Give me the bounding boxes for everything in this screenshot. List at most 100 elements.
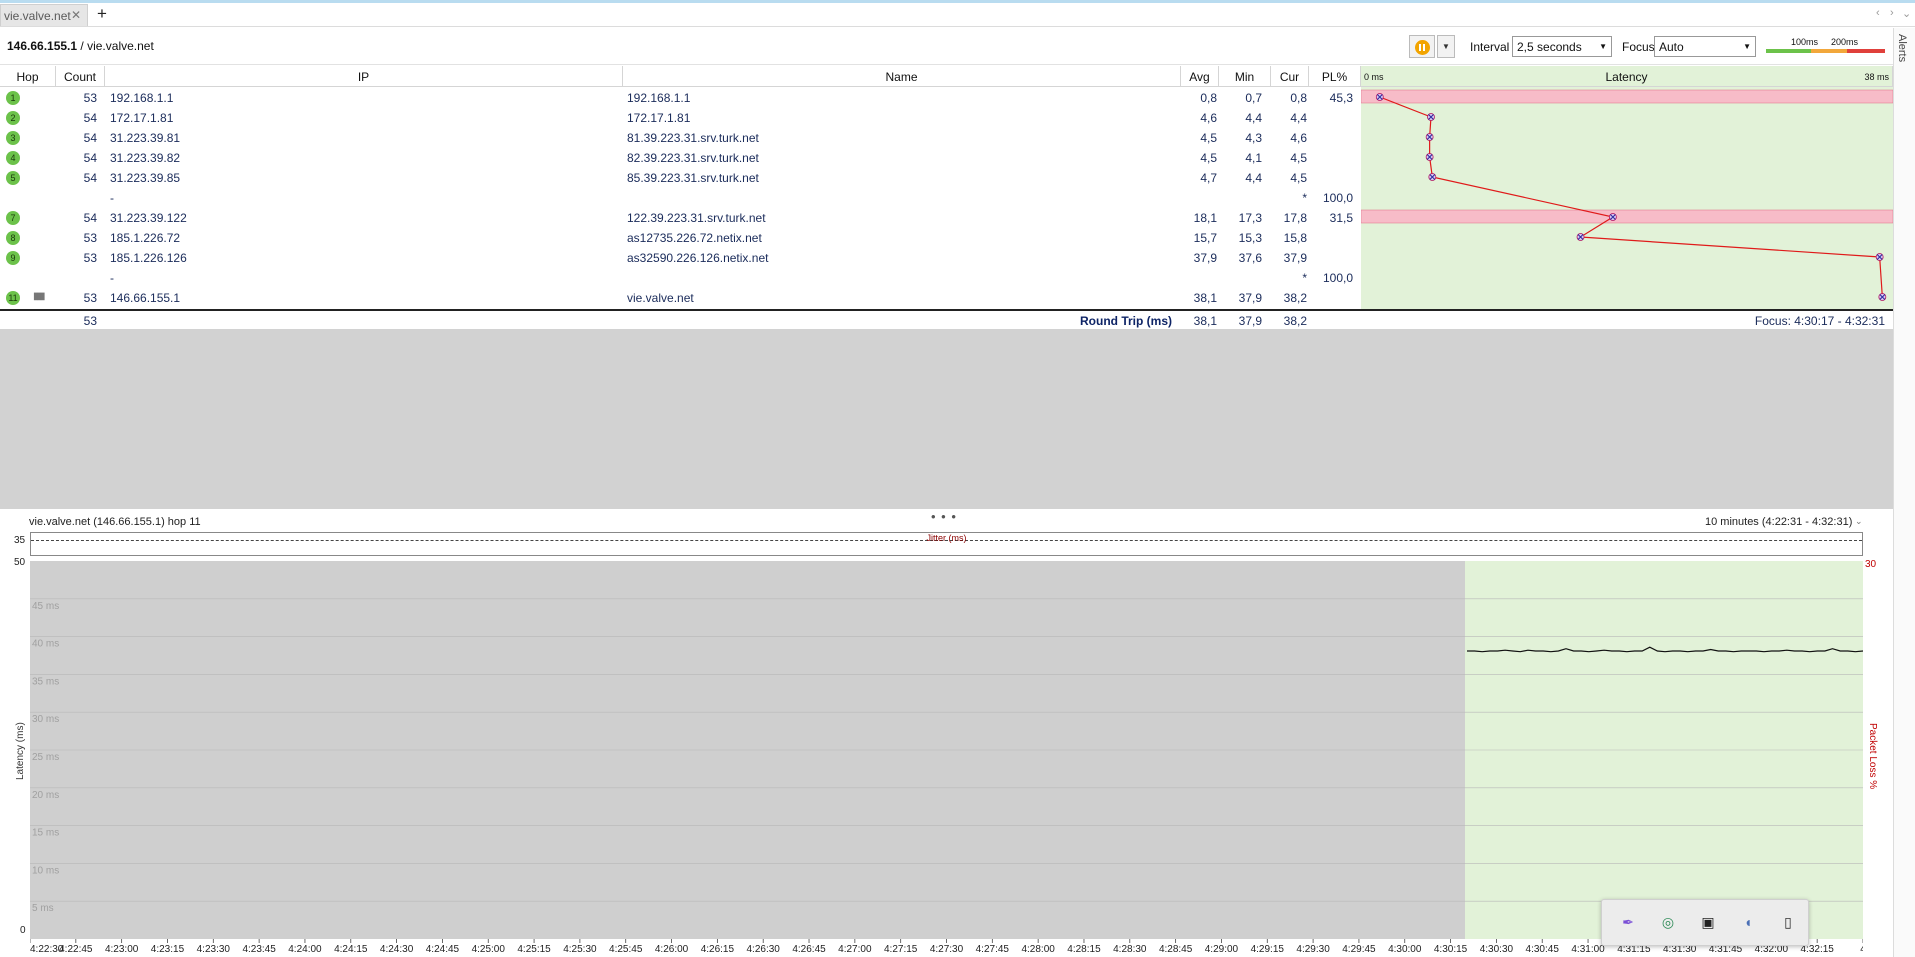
cell-cur: * xyxy=(1302,191,1307,205)
x-tick-label: 4:27:30 xyxy=(930,944,964,955)
x-tick-label: 4:27:15 xyxy=(884,944,918,955)
x-tick-label: 4:23:15 xyxy=(151,944,185,955)
hop-number: 9 xyxy=(6,251,20,265)
time-range-select[interactable]: 10 minutes (4:22:31 - 4:32:31) xyxy=(1705,516,1852,528)
col-name[interactable]: Name xyxy=(623,66,1181,87)
close-icon[interactable]: ✕ xyxy=(71,8,81,22)
speaker-icon[interactable]: ◖ xyxy=(1738,914,1758,932)
nvidia-icon[interactable]: ▣ xyxy=(1698,914,1718,932)
y-max-label: 50 xyxy=(14,557,26,568)
cell-ip: 146.66.155.1 xyxy=(110,291,181,305)
cell-cur: 0,8 xyxy=(1290,91,1307,105)
splitter-handle-icon[interactable]: • • • xyxy=(931,509,957,524)
x-tick-label: 4:25:15 xyxy=(517,944,551,955)
focus-label: Focus xyxy=(1622,40,1655,54)
cell-name: as12735.226.72.netix.net xyxy=(627,231,762,245)
tab-title: vie.valve.net xyxy=(4,9,71,23)
cell-pl: 45,3 xyxy=(1329,91,1353,105)
col-hop[interactable]: Hop xyxy=(0,66,56,87)
focus-select[interactable]: Auto ▼ xyxy=(1654,36,1756,57)
cell-ip: 31.223.39.122 xyxy=(110,211,187,225)
cell-avg: 0,8 xyxy=(1200,91,1217,105)
latency-max-label: 38 ms xyxy=(1864,72,1889,82)
y-tick-label: 35 ms xyxy=(32,676,59,687)
usb-icon[interactable]: ▯ xyxy=(1778,914,1798,932)
col-ip[interactable]: IP xyxy=(105,66,623,87)
x-tick-label: 4:29:30 xyxy=(1296,944,1330,955)
chevron-down-icon: ▼ xyxy=(1743,42,1751,51)
legend-orange xyxy=(1811,49,1847,53)
cell-avg: 37,9 xyxy=(1193,251,1217,265)
cell-name: 192.168.1.1 xyxy=(627,91,691,105)
y-tick-label: 5 ms xyxy=(32,903,54,914)
cell-count: 53 xyxy=(83,231,97,245)
hop-number: 8 xyxy=(6,231,20,245)
cell-ip: 31.223.39.81 xyxy=(110,131,181,145)
latency-graph xyxy=(1361,87,1893,309)
cell-name: vie.valve.net xyxy=(627,291,694,305)
x-tick-label: 4:30:00 xyxy=(1388,944,1422,955)
alerts-panel[interactable]: Alerts xyxy=(1893,28,1915,957)
x-tick-label: 4:30:45 xyxy=(1526,944,1560,955)
right-max-label: 30 xyxy=(1865,559,1877,570)
cell-count: 54 xyxy=(83,111,97,125)
cell-name: 82.39.223.31.srv.turk.net xyxy=(627,151,759,165)
interval-select[interactable]: 2,5 seconds ▼ xyxy=(1512,36,1612,57)
hop-number: 2 xyxy=(6,111,20,125)
x-tick-label: 4:26:30 xyxy=(747,944,781,955)
pause-button[interactable] xyxy=(1409,35,1435,58)
scroll-left-icon[interactable]: ‹ xyxy=(1876,7,1880,19)
hop-number: 1 xyxy=(6,91,20,105)
cell-ip: 185.1.226.72 xyxy=(110,231,181,245)
col-avg[interactable]: Avg xyxy=(1181,66,1219,87)
cell-cur: 4,5 xyxy=(1290,171,1307,185)
packet-loss-band xyxy=(1361,89,1893,104)
cell-min: 4,4 xyxy=(1245,111,1262,125)
col-latency[interactable]: 0 ms Latency 38 ms xyxy=(1361,66,1893,87)
cell-min: 15,3 xyxy=(1238,231,1262,245)
y-tick-label: 30 ms xyxy=(32,714,59,725)
x-tick-label: 4:28:15 xyxy=(1067,944,1101,955)
target-ip: 146.66.155.1 xyxy=(7,39,78,53)
cell-count: 53 xyxy=(83,251,97,265)
tab-vie-valve[interactable]: vie.valve.net ✕ xyxy=(0,4,88,26)
x-tick-label: 4:24:45 xyxy=(426,944,460,955)
cell-min: 0,7 xyxy=(1245,91,1262,105)
cell-ip: - xyxy=(110,191,114,205)
cell-min: 37,6 xyxy=(1238,251,1262,265)
gaming-icon[interactable]: ◎ xyxy=(1658,914,1678,932)
latency-min-label: 0 ms xyxy=(1364,72,1384,82)
pause-dropdown-button[interactable]: ▼ xyxy=(1437,35,1455,58)
cell-count: 54 xyxy=(83,151,97,165)
pen-icon[interactable]: ✒ xyxy=(1618,914,1638,932)
new-tab-button[interactable]: + xyxy=(97,4,107,24)
summary-row: 53 Round Trip (ms) 38,1 37,9 38,2 Focus:… xyxy=(0,309,1893,329)
x-tick-label: 4:30:15 xyxy=(1434,944,1468,955)
cell-cur: 15,8 xyxy=(1283,231,1307,245)
x-tick-label: 4:29:45 xyxy=(1342,944,1376,955)
jitter-label: Jitter (ms) xyxy=(926,533,967,543)
y-tick-label: 10 ms xyxy=(32,865,59,876)
y-min-label: 0 xyxy=(20,925,26,936)
x-tick-label: 4:23:30 xyxy=(197,944,231,955)
summary-avg: 38,1 xyxy=(1193,314,1217,328)
target-label: 146.66.155.1 / vie.valve.net xyxy=(7,39,154,53)
cell-name: as32590.226.126.netix.net xyxy=(627,251,769,265)
col-count[interactable]: Count xyxy=(56,66,105,87)
cell-cur: * xyxy=(1302,271,1307,285)
y-axis-label: Latency (ms) xyxy=(15,722,26,780)
tab-list-icon[interactable]: ⌄ xyxy=(1902,7,1911,20)
cell-count: 54 xyxy=(83,211,97,225)
cell-ip: 31.223.39.85 xyxy=(110,171,181,185)
summary-min: 37,9 xyxy=(1238,314,1262,328)
x-tick-label: 4:26:15 xyxy=(701,944,735,955)
col-cur[interactable]: Cur xyxy=(1271,66,1309,87)
bar-chart-icon[interactable]: ▮▮▮ xyxy=(33,291,45,302)
chevron-down-icon[interactable]: ⌄ xyxy=(1855,516,1863,527)
cell-name: 81.39.223.31.srv.turk.net xyxy=(627,131,759,145)
cell-cur: 4,5 xyxy=(1290,151,1307,165)
cell-cur: 38,2 xyxy=(1283,291,1307,305)
col-min[interactable]: Min xyxy=(1219,66,1271,87)
scroll-right-icon[interactable]: › xyxy=(1890,7,1894,19)
col-pl[interactable]: PL% xyxy=(1309,66,1361,87)
